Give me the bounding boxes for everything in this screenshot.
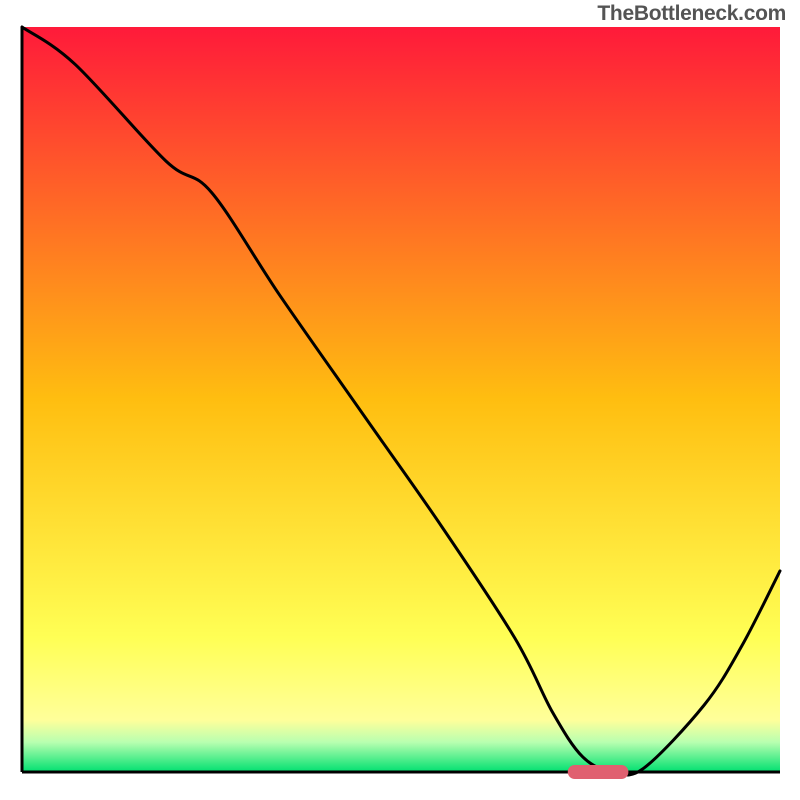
bottleneck-chart: [0, 0, 800, 800]
plot-area: [22, 27, 780, 772]
optimal-range-marker: [568, 765, 629, 779]
watermark-label: TheBottleneck.com: [597, 2, 786, 26]
